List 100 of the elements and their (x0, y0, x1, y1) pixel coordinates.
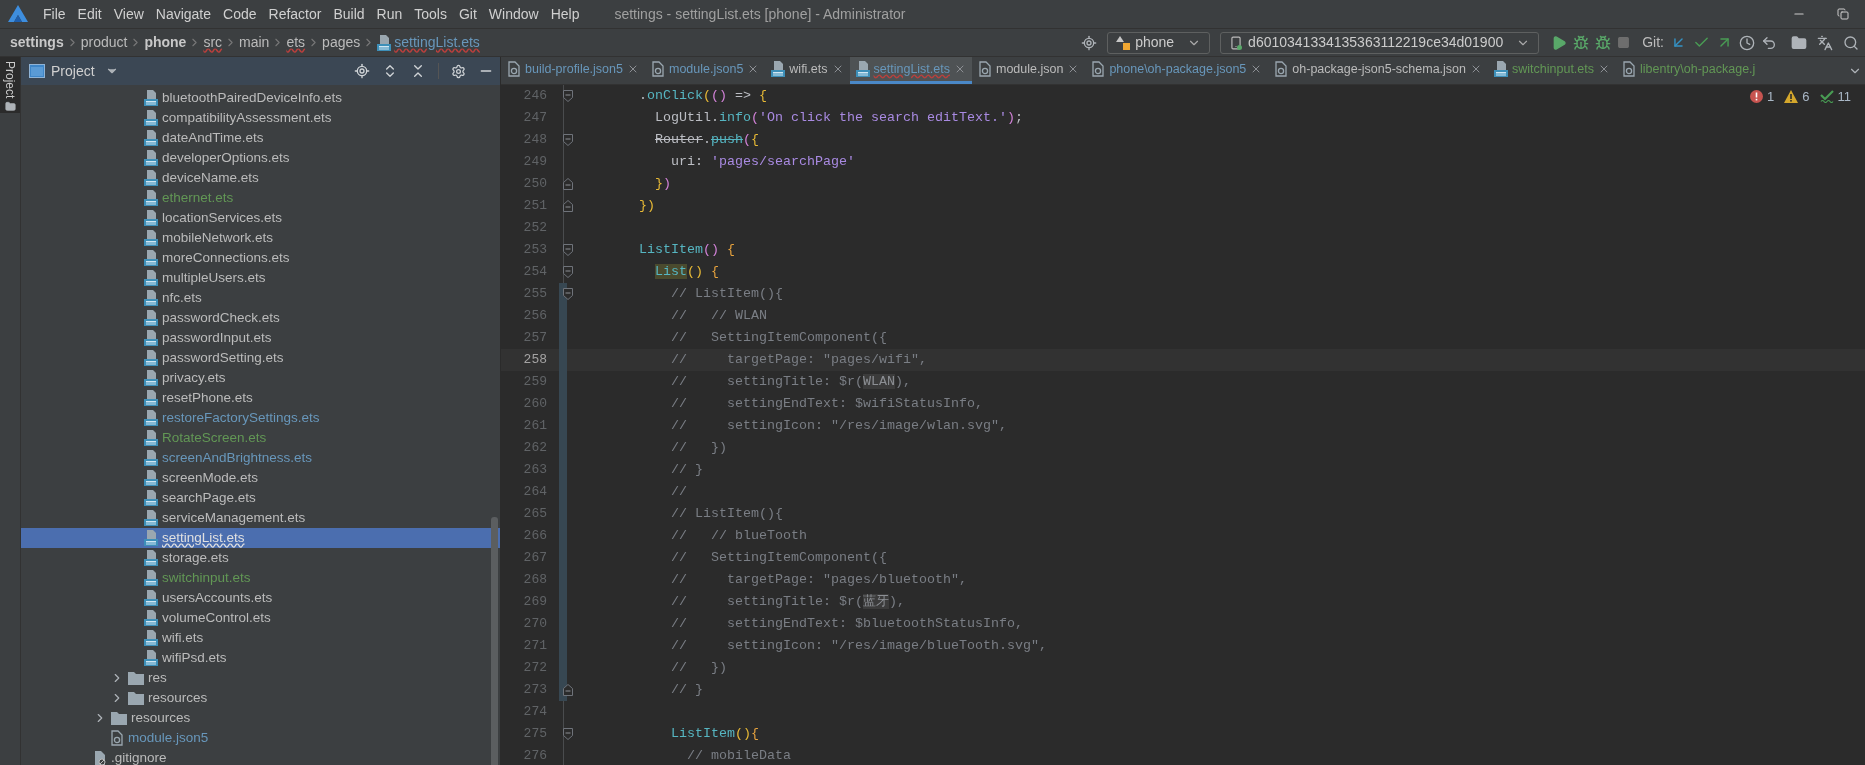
rollback-icon[interactable] (1761, 34, 1777, 51)
tree-item[interactable]: searchPage.ets (21, 488, 500, 508)
tree-item[interactable]: wifiPsd.ets (21, 648, 500, 668)
editor-tab[interactable]: oh-package-json5-schema.json (1268, 57, 1489, 84)
fold-marker-icon[interactable] (563, 288, 573, 300)
tree-item[interactable]: locationServices.ets (21, 208, 500, 228)
editor-tab[interactable]: wifi.ets (765, 57, 850, 84)
tree-item[interactable]: serviceManagement.ets (21, 508, 500, 528)
debug-icon[interactable] (1573, 34, 1590, 51)
tree-item[interactable]: wifi.ets (21, 628, 500, 648)
tree-item[interactable]: switchinput.ets (21, 568, 500, 588)
tree-item[interactable]: privacy.ets (21, 368, 500, 388)
tree-item[interactable]: passwordCheck.ets (21, 308, 500, 328)
breadcrumb-item[interactable]: ets (286, 32, 306, 53)
tree-item[interactable]: screenMode.ets (21, 468, 500, 488)
code-line: Router.push({ (654, 131, 759, 149)
breadcrumb-item[interactable]: pages (322, 32, 361, 53)
code-line: // // WLAN (670, 307, 767, 325)
breadcrumb-item[interactable]: src (203, 32, 223, 53)
fold-marker-icon[interactable] (563, 200, 573, 212)
warning-count[interactable]: 6 (1784, 87, 1810, 107)
typo-check-icon (1819, 90, 1834, 104)
tree-item[interactable]: moreConnections.ets (21, 248, 500, 268)
tree-item[interactable]: dateAndTime.ets (21, 128, 500, 148)
project-stripe-tab[interactable]: Project (0, 57, 20, 113)
tree-item[interactable]: res (21, 668, 500, 688)
target-icon[interactable] (1081, 34, 1098, 51)
translate-icon[interactable] (1817, 34, 1833, 51)
tree-item[interactable]: RotateScreen.ets (21, 428, 500, 448)
typo-count[interactable]: 11 (1819, 87, 1851, 107)
attach-debugger-icon[interactable] (1595, 34, 1612, 51)
tree-item[interactable]: restoreFactorySettings.ets (21, 408, 500, 428)
project-structure-icon[interactable] (1791, 34, 1807, 51)
panel-title-dropdown[interactable]: Project (51, 60, 119, 82)
tree-item[interactable]: bluetoothPairedDeviceInfo.ets (21, 88, 500, 108)
editor-tab[interactable]: module.json (972, 57, 1086, 84)
ets-file-icon (144, 590, 158, 606)
editor-tab[interactable]: phone\oh-package.json5 (1085, 57, 1269, 84)
fold-marker-icon[interactable] (563, 728, 573, 740)
tree-item[interactable]: screenAndBrightness.ets (21, 448, 500, 468)
error-count[interactable]: 1 (1750, 87, 1775, 107)
settings-icon[interactable] (451, 63, 466, 79)
locate-icon[interactable] (354, 63, 370, 79)
breadcrumb-item[interactable]: phone (144, 32, 187, 53)
fold-marker-icon[interactable] (563, 684, 573, 696)
tree-item[interactable]: storage.ets (21, 548, 500, 568)
tree-item[interactable]: usersAccounts.ets (21, 588, 500, 608)
menu-item[interactable]: Git (453, 3, 482, 25)
editor-tab[interactable]: build-profile.json5 (501, 57, 645, 84)
tree-item[interactable]: mobileNetwork.ets (21, 228, 500, 248)
menu-item[interactable]: Window (483, 3, 544, 25)
menu-item[interactable]: File (38, 3, 71, 25)
menu-item[interactable]: Edit (72, 3, 107, 25)
close-icon[interactable] (954, 63, 966, 75)
history-icon[interactable] (1739, 34, 1755, 51)
tree-item[interactable]: compatibilityAssessment.ets (21, 108, 500, 128)
editor-tab[interactable]: libentry\oh-package.j (1616, 57, 1762, 84)
close-icon[interactable] (627, 63, 639, 75)
editor-tab[interactable]: module.json5 (645, 57, 766, 84)
tree-item[interactable]: passwordInput.ets (21, 328, 500, 348)
breadcrumb-item[interactable]: main (239, 32, 270, 53)
breadcrumb-item[interactable]: settingList.ets (377, 32, 480, 53)
configuration-dropdown[interactable]: phone (1107, 31, 1211, 54)
editor-tab[interactable]: switchinput.ets (1488, 57, 1616, 84)
menu-item[interactable]: Refactor (263, 3, 327, 25)
tree-item[interactable]: resources (21, 688, 500, 708)
fold-marker-icon[interactable] (563, 178, 573, 190)
tree-item[interactable]: resources (21, 708, 500, 728)
menu-item[interactable]: Code (218, 3, 262, 25)
file-name: resources (131, 708, 191, 727)
fold-marker-icon[interactable] (563, 266, 573, 278)
tree-item[interactable]: nfc.ets (21, 288, 500, 308)
tree-item[interactable]: module.json5 (21, 728, 500, 748)
menu-item[interactable]: Navigate (150, 3, 217, 25)
breadcrumb-item[interactable]: settings (10, 32, 64, 53)
fold-marker-icon[interactable] (563, 134, 573, 146)
tree-item[interactable]: developerOptions.ets (21, 148, 500, 168)
fold-marker-icon[interactable] (563, 90, 573, 102)
tree-item[interactable]: settingList.ets (21, 528, 500, 548)
device-dropdown[interactable]: d6010341334135363112219ce34d01900 (1220, 31, 1540, 54)
close-icon[interactable] (1598, 63, 1610, 75)
tree-item[interactable]: volumeControl.ets (21, 608, 500, 628)
tree-item[interactable]: multipleUsers.ets (21, 268, 500, 288)
run-icon[interactable] (1551, 34, 1568, 51)
scrollbar-thumb[interactable] (491, 517, 498, 765)
menu-item[interactable]: View (108, 3, 149, 25)
menu-item[interactable]: Tools (409, 3, 452, 25)
line-number: 251 (522, 197, 547, 216)
tree-item[interactable]: resetPhone.ets (21, 388, 500, 408)
stop-icon[interactable] (1617, 36, 1631, 49)
tree-item[interactable]: ethernet.ets (21, 188, 500, 208)
tree-item[interactable]: passwordSetting.ets (21, 348, 500, 368)
menu-item[interactable]: Build (328, 3, 370, 25)
search-icon[interactable] (1843, 34, 1859, 51)
tree-item[interactable]: deviceName.ets (21, 168, 500, 188)
fold-marker-icon[interactable] (563, 244, 573, 256)
tree-item[interactable]: .gitignore (21, 748, 500, 765)
menu-item[interactable]: Run (371, 3, 408, 25)
menu-item[interactable]: Help (545, 3, 585, 25)
breadcrumb-item[interactable]: product (80, 32, 128, 53)
